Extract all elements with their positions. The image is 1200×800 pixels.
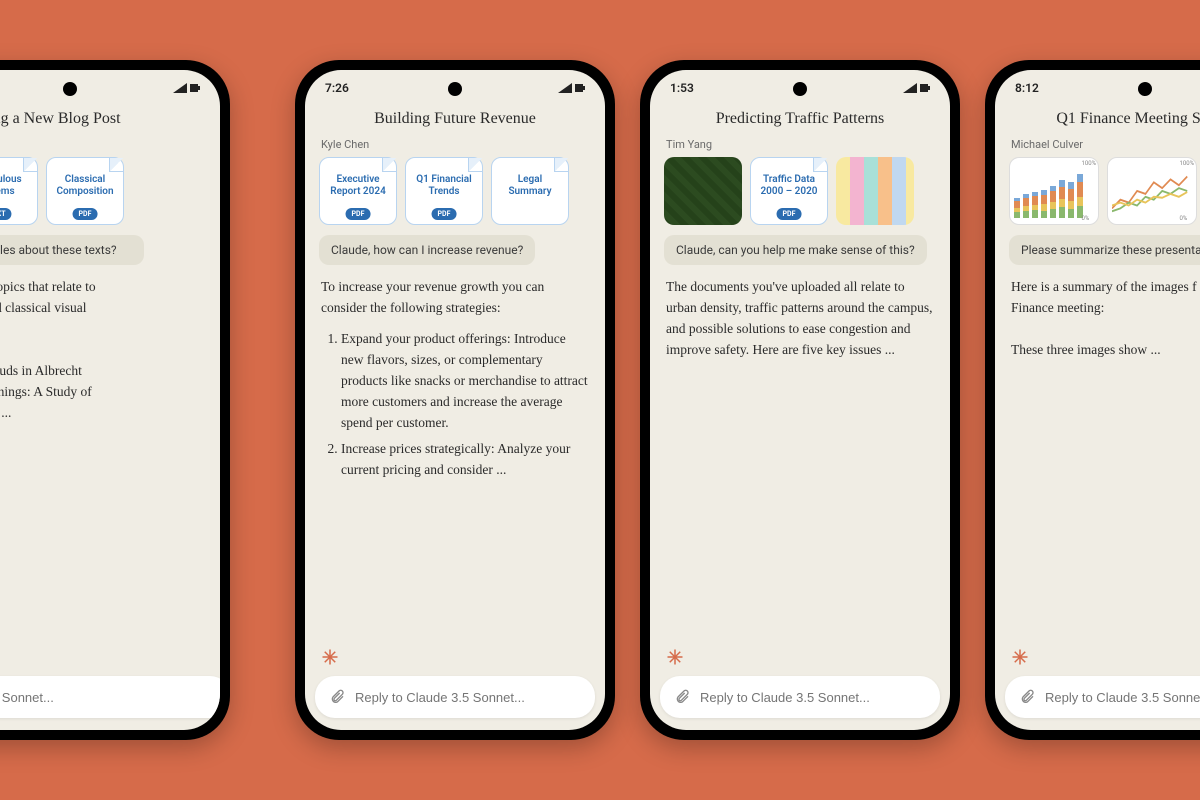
status-time: 8:12 (1015, 81, 1039, 95)
attachment-doc[interactable]: Classical CompositionPDF (46, 157, 124, 225)
composer[interactable] (1005, 676, 1200, 718)
claude-spark-icon (321, 648, 339, 666)
file-type-badge: PDF (346, 208, 371, 220)
status-icons (903, 83, 930, 93)
status-bar: 8:12 (995, 70, 1200, 106)
attachment-image[interactable] (836, 157, 914, 225)
composer[interactable] (315, 676, 595, 718)
attachment-image[interactable] (664, 157, 742, 225)
attachment-chart-line[interactable]: 100%0% (1107, 157, 1197, 225)
author-name: Lee (0, 138, 220, 157)
camera-notch (448, 82, 462, 96)
camera-notch (63, 82, 77, 96)
screen: 1:53 Predicting Traffic Patterns Tim Yan… (650, 70, 950, 730)
conversation-title: Building Future Revenue (305, 106, 605, 138)
status-icons (558, 83, 585, 93)
attachment-row: Executive Report 2024PDF Q1 Financial Tr… (305, 157, 605, 235)
signal-icon (173, 83, 187, 93)
screen: Writing a New Blog Post Lee ainting er D… (0, 70, 220, 730)
phone-4: 8:12 Q1 Finance Meeting Summ Michael Cul… (985, 60, 1200, 740)
status-icons (173, 83, 200, 93)
reply-input[interactable] (700, 690, 926, 705)
attachment-icon[interactable] (329, 689, 345, 705)
conversation-title: Writing a New Blog Post (0, 106, 220, 138)
screen: 8:12 Q1 Finance Meeting Summ Michael Cul… (995, 70, 1200, 730)
attachment-doc[interactable]: Traffic Data 2000 – 2020PDF (750, 157, 828, 225)
attachment-row: Traffic Data 2000 – 2020PDF (650, 157, 950, 235)
attachment-row: ainting er DürerPDF Cumulous PoemsTXT Cl… (0, 157, 220, 235)
user-message: Claude, can you help me make sense of th… (664, 235, 927, 265)
author-name: Michael Culver (995, 138, 1200, 157)
file-type-badge: PDF (777, 208, 802, 220)
battery-icon (190, 83, 200, 93)
reply-input[interactable] (1045, 690, 1200, 705)
composer[interactable] (660, 676, 940, 718)
claude-spark-icon (666, 648, 684, 666)
assistant-message: , here are 5 blog post topics that relat… (0, 277, 220, 666)
reply-input[interactable] (0, 690, 216, 705)
phone-2: 7:26 Building Future Revenue Kyle Chen E… (295, 60, 615, 740)
battery-icon (575, 83, 585, 93)
assistant-message: To increase your revenue growth you can … (305, 277, 605, 640)
assistant-message: The documents you've uploaded all relate… (650, 277, 950, 640)
battery-icon (920, 83, 930, 93)
list-item: Expand your product offerings: Introduce… (341, 329, 589, 434)
user-message: de, what are 5 blog titles about these t… (0, 235, 144, 265)
status-time: 1:53 (670, 81, 694, 95)
attachment-doc[interactable]: Legal Summary (491, 157, 569, 225)
conversation-title: Predicting Traffic Patterns (650, 106, 950, 138)
phone-1: Writing a New Blog Post Lee ainting er D… (0, 60, 230, 740)
attachment-chart-bar[interactable]: 100%0% (1009, 157, 1099, 225)
attachment-doc[interactable]: Q1 Financial TrendsPDF (405, 157, 483, 225)
file-type-badge: PDF (432, 208, 457, 220)
attachment-icon[interactable] (674, 689, 690, 705)
camera-notch (793, 82, 807, 96)
attachment-row: 100%0% 100%0% (995, 157, 1200, 235)
claude-spark-icon (1011, 648, 1029, 666)
screen: 7:26 Building Future Revenue Kyle Chen E… (305, 70, 605, 730)
author-name: Tim Yang (650, 138, 950, 157)
user-message: Claude, how can I increase revenue? (319, 235, 535, 265)
signal-icon (903, 83, 917, 93)
attachment-doc[interactable]: Cumulous PoemsTXT (0, 157, 38, 225)
attachment-icon[interactable] (1019, 689, 1035, 705)
status-time: 7:26 (325, 81, 349, 95)
composer[interactable] (0, 676, 220, 718)
file-type-badge: TXT (0, 208, 12, 220)
camera-notch (1138, 82, 1152, 96)
file-type-badge: PDF (73, 208, 98, 220)
phone-3: 1:53 Predicting Traffic Patterns Tim Yan… (640, 60, 960, 740)
user-message: Please summarize these presentatio (1009, 235, 1200, 265)
assistant-message: Here is a summary of the images f Financ… (995, 277, 1200, 640)
author-name: Kyle Chen (305, 138, 605, 157)
conversation-title: Q1 Finance Meeting Summ (995, 106, 1200, 138)
status-bar (0, 70, 220, 106)
signal-icon (558, 83, 572, 93)
reply-input[interactable] (355, 690, 581, 705)
list-item: Increase prices strategically: Analyze y… (341, 439, 589, 481)
attachment-doc[interactable]: Executive Report 2024PDF (319, 157, 397, 225)
